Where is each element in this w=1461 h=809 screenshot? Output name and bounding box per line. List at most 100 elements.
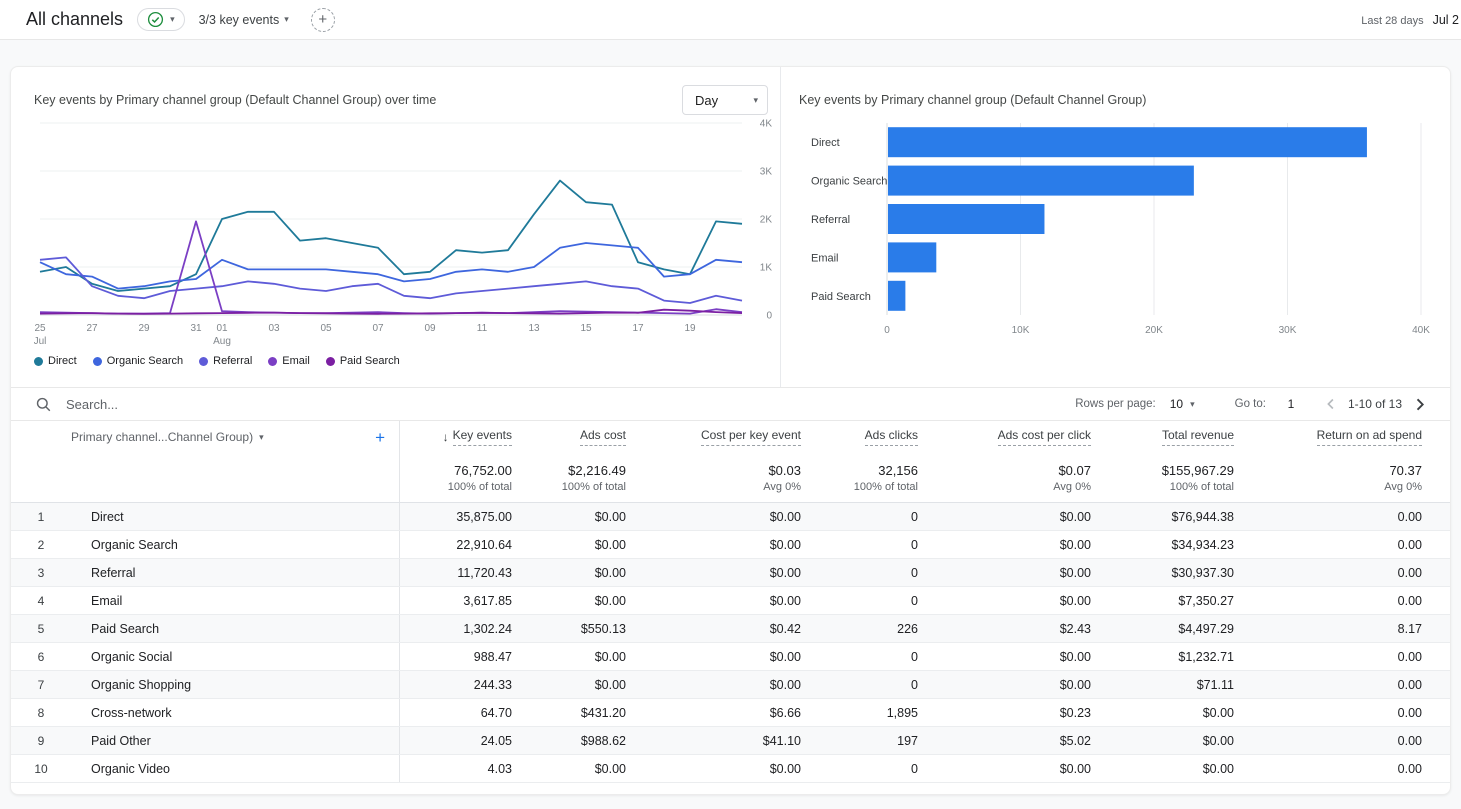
legend-label: Referral (213, 355, 253, 367)
metric-value-cell: 0 (911, 677, 918, 692)
search-icon (36, 397, 51, 411)
next-page-button[interactable] (1408, 393, 1430, 415)
comparison-chip[interactable]: ▾ (137, 8, 185, 31)
goto-page-input[interactable] (1277, 396, 1304, 412)
metric-value-cell: $71.11 (1196, 677, 1234, 692)
totals-cell: $155,967.29 100% of total (1091, 453, 1234, 502)
table-row: 4 Email 3,617.85 $0.00 $0.00 0 $0.00 $7,350.27 0… (11, 587, 1450, 615)
svg-text:30K: 30K (1279, 325, 1297, 336)
table-toolbar: Rows per page: 10 ▾ Go to: 1-10 of 13 (11, 387, 1450, 421)
chart-legend: Direct Organic Search Referral Email Paid Se… (34, 355, 780, 367)
add-comparison-button[interactable]: + (310, 7, 335, 32)
metric-header-cell: Ads clicks (801, 421, 918, 453)
metric-value-cell: $76,944.38 (1171, 509, 1234, 524)
metric-value-cell: $6.66 (769, 705, 801, 720)
metric-value-cell: $4,497.29 (1178, 621, 1234, 636)
metric-value-cell: 0.00 (1397, 733, 1422, 748)
dimension-dropdown[interactable]: Primary channel...Channel Group) ▾ (71, 430, 264, 444)
row-number-cell: 5 (37, 621, 45, 636)
metric-header-cell: Cost per key event (626, 421, 801, 453)
svg-text:01: 01 (216, 323, 228, 334)
metric-value-cell: 0.00 (1397, 537, 1422, 552)
totals-subtext: 100% of total (447, 480, 512, 493)
key-events-dropdown[interactable]: 3/3 key events ▾ (199, 13, 289, 27)
row-number-cell: 9 (37, 733, 45, 748)
metric-value-cell: $0.00 (594, 761, 626, 776)
column-header-ads-cost[interactable]: Ads cost (579, 428, 626, 446)
metric-value-cell: 3,617.85 (399, 587, 512, 614)
column-header-ads-cost-per-click[interactable]: Ads cost per click (997, 428, 1091, 446)
totals-cell: $0.03 Avg 0% (626, 453, 801, 502)
granularity-select[interactable]: Day ▾ (682, 85, 768, 115)
column-header-total-revenue[interactable]: Total revenue (1161, 428, 1234, 446)
column-header-return-on-ad-spend[interactable]: Return on ad spend (1316, 428, 1422, 446)
legend-label: Direct (48, 355, 77, 367)
metric-value-cell: 0.00 (1397, 565, 1422, 580)
svg-text:17: 17 (632, 323, 644, 334)
table-row: 10 Organic Video 4.03 $0.00 $0.00 0 $0.00 $0.00… (11, 755, 1450, 783)
metric-value-cell: $0.00 (769, 677, 801, 692)
previous-page-button[interactable] (1320, 393, 1342, 415)
rows-per-page-value: 10 (1169, 397, 1184, 411)
report-body: Key events by Primary channel group (Def… (0, 40, 1461, 809)
svg-text:25: 25 (34, 323, 46, 334)
totals-cell: $0.07 Avg 0% (918, 453, 1091, 502)
totals-value: $0.03 (768, 462, 801, 478)
totals-subtext: Avg 0% (1053, 480, 1091, 493)
report-card: Key events by Primary channel group (Def… (10, 66, 1451, 795)
svg-text:3K: 3K (760, 167, 773, 178)
metric-value-cell: 35,875.00 (399, 503, 512, 530)
svg-text:Jul: Jul (34, 336, 46, 347)
svg-text:03: 03 (268, 323, 280, 334)
table-row: 1 Direct 35,875.00 $0.00 $0.00 0 $0.00 $76,944.… (11, 503, 1450, 531)
table-row: 3 Referral 11,720.43 $0.00 $0.00 0 $0.00 $30,93… (11, 559, 1450, 587)
metric-value-cell: $0.00 (594, 593, 626, 608)
table-row: 6 Organic Social 988.47 $0.00 $0.00 0 $0.00 $1,… (11, 643, 1450, 671)
channel-name-cell: Organic Video (91, 761, 170, 776)
metric-value-cell: $0.00 (1059, 649, 1091, 664)
line-chart-panel: Key events by Primary channel group (Def… (11, 67, 781, 387)
svg-text:Referral: Referral (811, 214, 850, 226)
legend-dot-icon (199, 356, 209, 366)
legend-item: Email (268, 355, 310, 367)
metric-value-cell: 24.05 (399, 727, 512, 754)
metric-value-cell: $0.00 (594, 537, 626, 552)
totals-value: $155,967.29 (1161, 462, 1234, 478)
column-header-key-events[interactable]: Key events (452, 428, 512, 446)
metric-value-cell: 0 (911, 565, 918, 580)
totals-value: 70.37 (1389, 462, 1422, 478)
add-dimension-button[interactable]: + (375, 429, 385, 446)
svg-text:15: 15 (580, 323, 592, 334)
channel-name-cell: Paid Other (91, 733, 151, 748)
date-range-selector[interactable]: Last 28 days Jul 2 (1361, 13, 1461, 27)
search-input[interactable] (64, 395, 364, 413)
totals-cell: 70.37 Avg 0% (1234, 453, 1422, 502)
dimension-label: Primary channel...Channel Group) (71, 430, 254, 444)
report-header: All channels ▾ 3/3 key events ▾ + Last 2… (0, 0, 1461, 40)
rows-per-page-select[interactable]: 10 ▾ (1170, 397, 1195, 411)
column-header-cost-per-key-event[interactable]: Cost per key event (700, 428, 801, 446)
metric-value-cell: $0.00 (594, 677, 626, 692)
totals-cell: $2,216.49 100% of total (512, 453, 626, 502)
metric-value-cell: $0.00 (1059, 677, 1091, 692)
metric-value-cell: $0.00 (769, 649, 801, 664)
metric-header-cell: Ads cost (512, 421, 626, 453)
table-header-row: Primary channel...Channel Group) ▾ + ↓ Key e… (11, 421, 1450, 453)
row-number-cell: 1 (37, 509, 45, 524)
column-header-ads-clicks[interactable]: Ads clicks (864, 428, 918, 446)
channel-name-cell: Organic Social (91, 649, 173, 664)
chevron-down-icon: ▾ (284, 14, 289, 24)
channel-name-cell: Paid Search (91, 621, 160, 636)
totals-subtext: 100% of total (561, 480, 626, 493)
row-number-cell: 7 (37, 677, 45, 692)
totals-cell: 76,752.00 100% of total (399, 453, 512, 502)
svg-text:Paid Search: Paid Search (811, 291, 871, 303)
metric-value-cell: 0.00 (1397, 761, 1422, 776)
row-number-cell: 10 (34, 761, 48, 776)
chevron-left-icon (1327, 398, 1334, 410)
metric-value-cell: $0.00 (594, 565, 626, 580)
legend-label: Email (282, 355, 310, 367)
metric-value-cell: 0.00 (1397, 509, 1422, 524)
bar-chart-panel: Key events by Primary channel group (Def… (781, 67, 1450, 387)
metric-value-cell: $0.00 (769, 537, 801, 552)
